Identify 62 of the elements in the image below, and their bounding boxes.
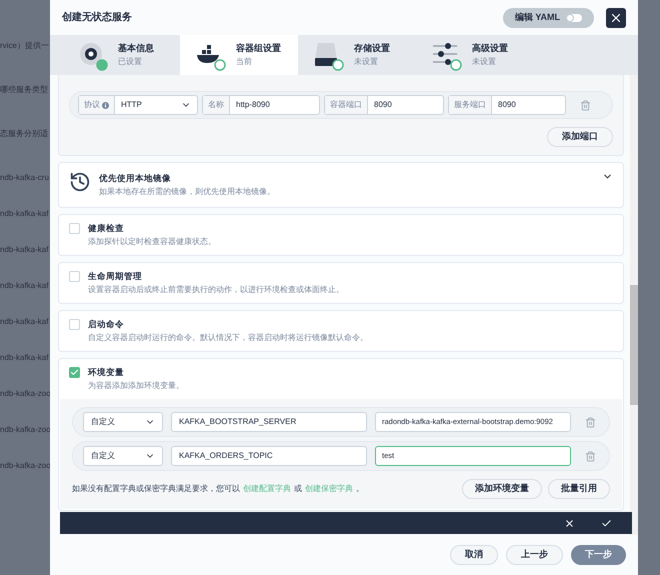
step-title: 存储设置 [354, 42, 390, 55]
type-select[interactable]: 自定义 [83, 412, 163, 432]
checkbox[interactable] [69, 223, 80, 234]
window-title: 创建无状态服务 [62, 10, 133, 25]
background-text: ndb-kafka-kaf [0, 244, 50, 256]
background-text: ndb-kafka-kaf [0, 208, 50, 220]
checkbox[interactable] [69, 319, 80, 330]
footer-button[interactable]: 上一步 [506, 545, 563, 565]
step-status: 未设置 [472, 56, 497, 68]
cancel-icon[interactable] [564, 518, 575, 528]
hint-text: 如果没有配置字典或保密字典满足要求，您可以 [72, 483, 240, 495]
help-icon[interactable] [102, 102, 109, 108]
section-description: 为容器添加添加环境变量。 [88, 380, 185, 392]
section-title: 启动命令 [88, 318, 125, 331]
or-text: 或 [294, 483, 302, 495]
background-text: ndb-kafka-kaf [0, 352, 50, 364]
batch-reference-button[interactable]: 批量引用 [548, 479, 610, 499]
background-text: ndb-kafka-zoo [0, 460, 50, 472]
section-title: 环境变量 [88, 366, 125, 379]
section-description: 如果本地存在所需的镜像，则优先使用本地镜像。 [99, 186, 276, 198]
history-icon [69, 171, 91, 193]
delete-icon[interactable] [580, 100, 591, 110]
checkbox[interactable] [69, 271, 80, 282]
background-text: 哪些服务类型 [0, 84, 49, 96]
port-field[interactable]: 容器端口 8090 [324, 95, 444, 115]
port-field[interactable]: 名称 http-8090 [202, 95, 320, 115]
footer-button[interactable]: 取消 [450, 545, 498, 565]
edit-yaml-toggle[interactable]: 编辑 YAML [502, 8, 594, 28]
step-status: 当前 [236, 56, 253, 68]
step-tab[interactable]: 容器组设置 当前 [180, 35, 298, 75]
protocol-label: 协议 [84, 99, 100, 111]
confirm-icon[interactable] [601, 518, 612, 528]
section-description: 设置容器启动后或终止前需要执行的动作，以进行环境检查或体面终止。 [88, 284, 345, 296]
section-title: 生命周期管理 [88, 270, 143, 283]
section-title: 优先使用本地镜像 [99, 172, 172, 185]
background-text: ndb-kafka-kaf [0, 280, 50, 292]
step-title: 基本信息 [118, 42, 154, 55]
protocol-select[interactable]: 协议 HTTP [78, 95, 198, 115]
period-text: 。 [356, 483, 364, 495]
section-description: 添加探针以定时检查容器健康状态。 [88, 236, 217, 248]
section-title: 健康检查 [88, 222, 125, 235]
background-text: ndb-kafka-zoo [0, 424, 50, 436]
section-description: 自定义容器启动时运行的命令。默认情况下，容器启动时将运行镜像默认命令。 [88, 332, 369, 344]
delete-icon[interactable] [585, 416, 596, 428]
key-field[interactable]: KAFKA_ORDERS_TOPIC [171, 446, 367, 466]
delete-icon[interactable] [585, 450, 596, 462]
background-text: ndb-kafka-zoo [0, 388, 50, 400]
step-title: 容器组设置 [236, 42, 281, 55]
background-text: 态服务分别适 [0, 128, 49, 140]
background-text: ndb-kafka-cru [0, 172, 50, 184]
checkbox[interactable] [69, 367, 80, 378]
footer-button[interactable]: 下一步 [571, 545, 626, 565]
background-text: ndb-kafka-kaf [0, 316, 50, 328]
step-status: 已设置 [118, 56, 143, 68]
close-button[interactable] [606, 8, 626, 28]
add-env-button[interactable]: 添加环境变量 [462, 479, 542, 499]
step-status: 未设置 [354, 56, 379, 68]
key-field[interactable]: KAFKA_BOOTSTRAP_SERVER [171, 412, 367, 432]
port-field[interactable]: 服务端口 8090 [448, 95, 566, 115]
type-select[interactable]: 自定义 [83, 446, 163, 466]
step-title: 高级设置 [472, 42, 508, 55]
add-port-button[interactable]: 添加端口 [547, 127, 613, 147]
